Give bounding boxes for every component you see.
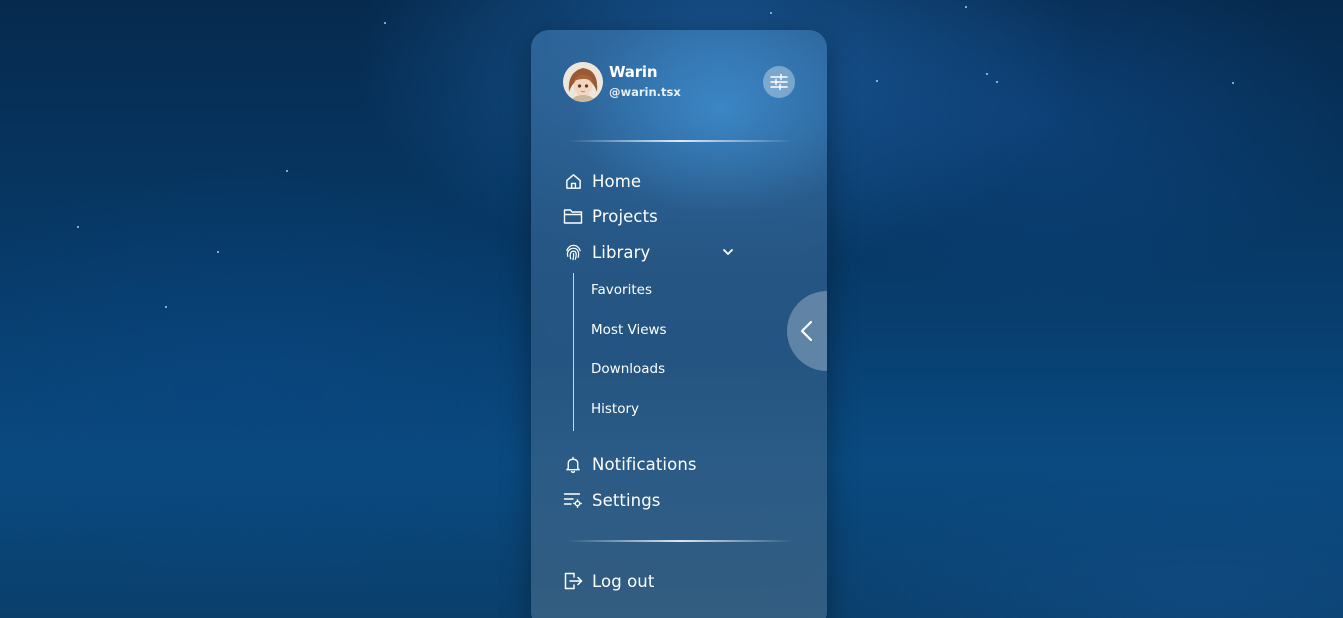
logout-button[interactable]: Log out [563, 569, 654, 593]
nav-item-label: Home [592, 171, 642, 191]
nav-item-notifications[interactable]: Notifications [563, 452, 697, 476]
nav-item-settings[interactable]: Settings [563, 488, 660, 512]
logout-icon [563, 571, 583, 591]
bottom-divider [567, 540, 793, 542]
nav-item-library[interactable]: Library [563, 240, 650, 264]
nav-item-label: Library [592, 242, 651, 262]
nav-item-label: Projects [592, 206, 658, 226]
home-icon [563, 171, 583, 191]
sub-item-downloads[interactable]: Downloads [591, 361, 665, 377]
settings-list-icon [563, 490, 583, 510]
nav-item-label: Settings [592, 490, 661, 510]
folder-icon [563, 206, 583, 226]
sliders-icon [770, 73, 788, 91]
nav-item-home[interactable]: Home [563, 169, 641, 193]
user-name: Warin [609, 63, 658, 81]
library-chevron-down-icon[interactable] [721, 244, 735, 258]
sub-item-history[interactable]: History [591, 401, 639, 417]
chevron-left-icon [800, 320, 813, 342]
logout-label: Log out [592, 571, 655, 591]
avatar[interactable] [563, 62, 603, 102]
library-sub-line [573, 273, 574, 431]
bell-icon [563, 454, 583, 474]
adjustments-button[interactable] [763, 66, 795, 98]
user-handle: @warin.tsx [609, 85, 681, 99]
sidebar-panel: Warin @warin.tsx Home Projects Library F… [531, 30, 827, 618]
nav-item-label: Notifications [592, 454, 697, 474]
sub-item-favorites[interactable]: Favorites [591, 282, 652, 298]
sub-item-most-views[interactable]: Most Views [591, 322, 667, 338]
top-divider [567, 140, 793, 142]
nav-item-projects[interactable]: Projects [563, 204, 658, 228]
fingerprint-icon [563, 242, 583, 262]
